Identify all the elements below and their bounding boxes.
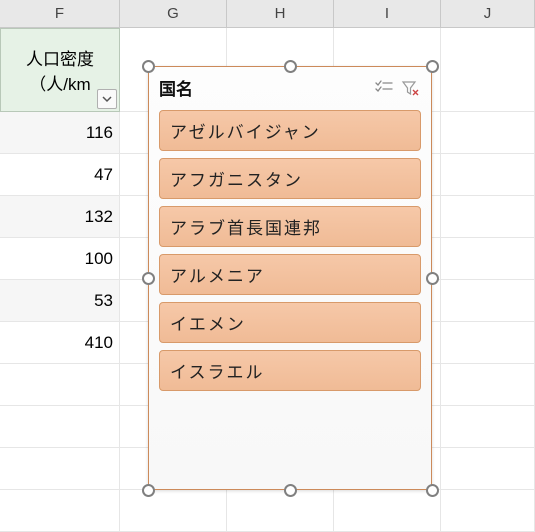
table-header-cell[interactable]: 人口密度 （人/km [0,28,120,112]
cell[interactable]: 132 [0,196,120,238]
cell[interactable] [441,196,535,238]
resize-handle-bottom-middle[interactable] [284,484,297,497]
cell[interactable] [0,448,120,490]
cell[interactable]: 116 [0,112,120,154]
resize-handle-top-middle[interactable] [284,60,297,73]
column-header[interactable]: J [441,0,535,27]
resize-handle-top-left[interactable] [142,60,155,73]
resize-handle-middle-right[interactable] [426,272,439,285]
slicer-title: 国名 [159,75,369,100]
slicer-item[interactable]: アゼルバイジャン [159,110,421,151]
cell[interactable] [441,322,535,364]
cell[interactable] [441,406,535,448]
cell[interactable] [441,490,535,532]
column-headers: F G H I J [0,0,535,28]
column-header[interactable]: G [120,0,227,27]
column-header[interactable]: I [334,0,441,27]
chevron-down-icon [102,94,112,104]
cell[interactable] [441,112,535,154]
cell[interactable] [0,490,120,532]
cell[interactable] [441,28,535,112]
clear-filter-icon[interactable] [399,77,421,99]
cell[interactable] [0,364,120,406]
slicer-item[interactable]: アラブ首長国連邦 [159,206,421,247]
slicer-items: アゼルバイジャンアフガニスタンアラブ首長国連邦アルメニアイエメンイスラエル [149,106,431,402]
cell[interactable]: 47 [0,154,120,196]
cell[interactable]: 53 [0,280,120,322]
slicer-item[interactable]: イスラエル [159,350,421,391]
slicer-selection[interactable]: 国名 アゼルバイジャンアフガニスタンアラブ首長国連邦アルメニアイエメンイスラエル [140,58,440,498]
slicer-item[interactable]: アフガニスタン [159,158,421,199]
slicer-item[interactable]: アルメニア [159,254,421,295]
cell[interactable]: 410 [0,322,120,364]
resize-handle-top-right[interactable] [426,60,439,73]
column-header[interactable]: H [227,0,334,27]
header-line2: （人/km [29,70,90,95]
multi-select-icon[interactable] [373,77,395,99]
cell[interactable]: 100 [0,238,120,280]
cell[interactable] [441,364,535,406]
resize-handle-middle-left[interactable] [142,272,155,285]
cell[interactable] [0,406,120,448]
cell[interactable] [441,154,535,196]
cell[interactable] [441,280,535,322]
cell[interactable] [441,448,535,490]
cell[interactable] [441,238,535,280]
slicer: 国名 アゼルバイジャンアフガニスタンアラブ首長国連邦アルメニアイエメンイスラエル [148,66,432,490]
header-line1: 人口密度 [26,45,94,70]
resize-handle-bottom-left[interactable] [142,484,155,497]
column-header[interactable]: F [0,0,120,27]
slicer-item[interactable]: イエメン [159,302,421,343]
filter-dropdown-button[interactable] [97,89,117,109]
resize-handle-bottom-right[interactable] [426,484,439,497]
